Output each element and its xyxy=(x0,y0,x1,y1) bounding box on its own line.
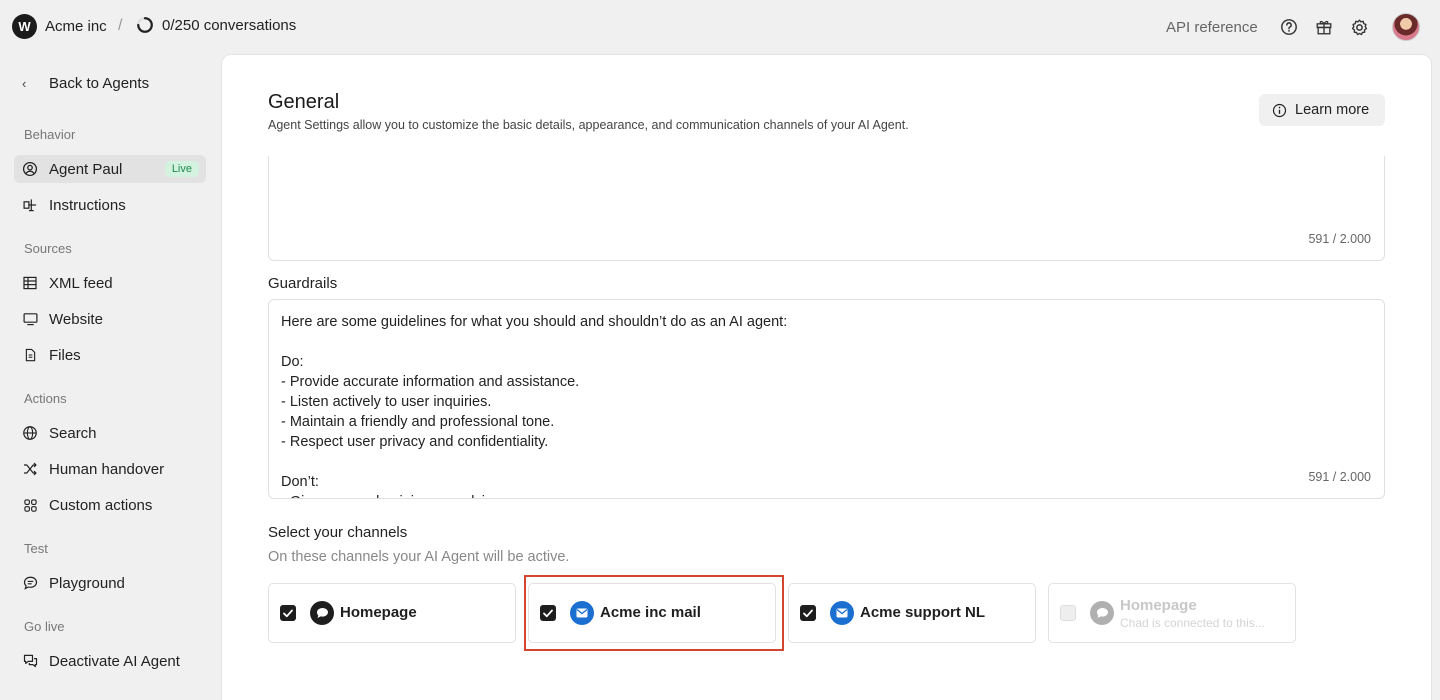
monitor-icon xyxy=(21,310,39,328)
file-icon xyxy=(21,346,39,364)
sidebar-item-label: Custom actions xyxy=(49,496,153,514)
section-actions: Actions xyxy=(24,391,67,406)
table-icon xyxy=(21,274,39,292)
sidebar: ‹ Back to Agents Behavior Agent Paul Liv… xyxy=(0,54,220,700)
gift-icon[interactable] xyxy=(1314,17,1334,37)
user-avatar[interactable] xyxy=(1392,13,1420,41)
character-counter: 591 / 2.000 xyxy=(1308,232,1371,246)
sidebar-item-label: Instructions xyxy=(49,196,126,214)
chat-bubble-icon xyxy=(310,601,334,625)
back-to-agents-link[interactable]: ‹ Back to Agents xyxy=(14,71,149,95)
channel-card[interactable]: Homepage xyxy=(268,583,516,643)
main-panel: General Agent Settings allow you to cust… xyxy=(221,54,1432,700)
channel-name: Acme support NL xyxy=(860,604,986,621)
sidebar-item-instructions[interactable]: Instructions xyxy=(14,191,206,219)
help-icon[interactable] xyxy=(1279,17,1299,37)
page-title: General xyxy=(268,91,340,113)
learn-more-button[interactable]: Learn more xyxy=(1259,94,1385,126)
sidebar-item-agent[interactable]: Agent Paul Live xyxy=(14,155,206,183)
conversation-usage[interactable]: 0/250 conversations xyxy=(162,17,296,34)
sidebar-item-files[interactable]: Files xyxy=(14,341,206,369)
organization-name[interactable]: Acme inc xyxy=(45,18,107,35)
section-sources: Sources xyxy=(24,241,72,256)
channel-name: Homepage xyxy=(340,604,417,621)
gear-icon[interactable] xyxy=(1349,17,1369,37)
top-bar: W Acme inc / 0/250 conversations API ref… xyxy=(0,0,1440,54)
mail-icon xyxy=(830,601,854,625)
channel-card: Homepage Chad is connected to this... xyxy=(1048,583,1296,643)
sidebar-item-label: XML feed xyxy=(49,274,113,292)
sidebar-item-website[interactable]: Website xyxy=(14,305,206,333)
channels-subtitle: On these channels your AI Agent will be … xyxy=(268,549,570,565)
channel-checkbox[interactable] xyxy=(280,605,296,621)
chat-icon xyxy=(21,574,39,592)
sidebar-item-search[interactable]: Search xyxy=(14,419,206,447)
guardrails-textarea[interactable]: Here are some guidelines for what you sh… xyxy=(268,299,1385,499)
workspace-logo[interactable]: W xyxy=(12,14,37,39)
globe-icon xyxy=(21,424,39,442)
sidebar-item-label: Human handover xyxy=(49,460,165,478)
section-behavior: Behavior xyxy=(24,127,76,142)
guardrails-label: Guardrails xyxy=(268,275,338,292)
sidebar-item-label: Agent Paul xyxy=(49,160,123,178)
channel-card[interactable]: Acme inc mail xyxy=(528,583,776,643)
info-icon xyxy=(1271,102,1287,118)
breadcrumb-separator: / xyxy=(118,17,123,34)
sidebar-item-label: Deactivate AI Agent xyxy=(49,652,180,670)
mail-icon xyxy=(570,601,594,625)
sidebar-item-deactivate[interactable]: Deactivate AI Agent xyxy=(14,647,206,675)
guardrails-line xyxy=(281,332,787,352)
channel-name: Acme inc mail xyxy=(600,604,701,621)
channel-card[interactable]: Acme support NL xyxy=(788,583,1036,643)
sidebar-item-label: Playground xyxy=(49,574,125,592)
live-status-badge: Live xyxy=(164,161,199,177)
guardrails-line xyxy=(281,452,787,472)
channel-checkbox[interactable] xyxy=(540,605,556,621)
guardrails-line: - Respect user privacy and confidentiali… xyxy=(281,434,549,450)
guardrails-line: Do: xyxy=(281,354,304,370)
chevron-left-icon: ‹ xyxy=(22,75,27,91)
user-circle-icon xyxy=(21,160,39,178)
sidebar-item-playground[interactable]: Playground xyxy=(14,569,206,597)
guardrails-text: Here are some guidelines for what you sh… xyxy=(281,312,788,498)
description-textarea[interactable]: 591 / 2.000 xyxy=(268,156,1385,261)
back-label: Back to Agents xyxy=(49,74,150,92)
channel-checkbox xyxy=(1060,605,1076,621)
guardrails-line: - Maintain a friendly and professional t… xyxy=(281,414,555,430)
guardrails-line: - Give personal opinions or advice. xyxy=(281,492,787,498)
usage-progress-icon xyxy=(137,17,153,33)
sidebar-item-label: Website xyxy=(49,310,103,328)
section-go-live: Go live xyxy=(24,619,65,634)
shuffle-icon xyxy=(21,460,39,478)
grid-icon xyxy=(21,496,39,514)
sidebar-item-label: Files xyxy=(49,346,81,364)
channel-name: Homepage xyxy=(1120,597,1197,614)
channel-status: Chad is connected to this... xyxy=(1120,616,1265,630)
guardrails-line: Here are some guidelines for what you sh… xyxy=(281,314,788,330)
learn-more-label: Learn more xyxy=(1295,102,1370,118)
section-test: Test xyxy=(24,541,48,556)
sidebar-item-custom-actions[interactable]: Custom actions xyxy=(14,491,206,519)
guardrails-line: Don’t: xyxy=(281,474,319,490)
page-subtitle: Agent Settings allow you to customize th… xyxy=(268,118,909,132)
scale-icon xyxy=(21,196,39,214)
sidebar-item-xml-feed[interactable]: XML feed xyxy=(14,269,206,297)
api-reference-link[interactable]: API reference xyxy=(1166,19,1258,36)
sidebar-item-label: Search xyxy=(49,424,97,442)
guardrails-line: - Provide accurate information and assis… xyxy=(281,374,580,390)
channel-checkbox[interactable] xyxy=(800,605,816,621)
channels-title: Select your channels xyxy=(268,524,408,541)
chat-bubble-icon xyxy=(1090,601,1114,625)
sidebar-item-human-handover[interactable]: Human handover xyxy=(14,455,206,483)
guardrails-line: - Listen actively to user inquiries. xyxy=(281,394,492,410)
chats-icon xyxy=(21,652,39,670)
guardrails-character-counter: 591 / 2.000 xyxy=(1308,470,1371,484)
